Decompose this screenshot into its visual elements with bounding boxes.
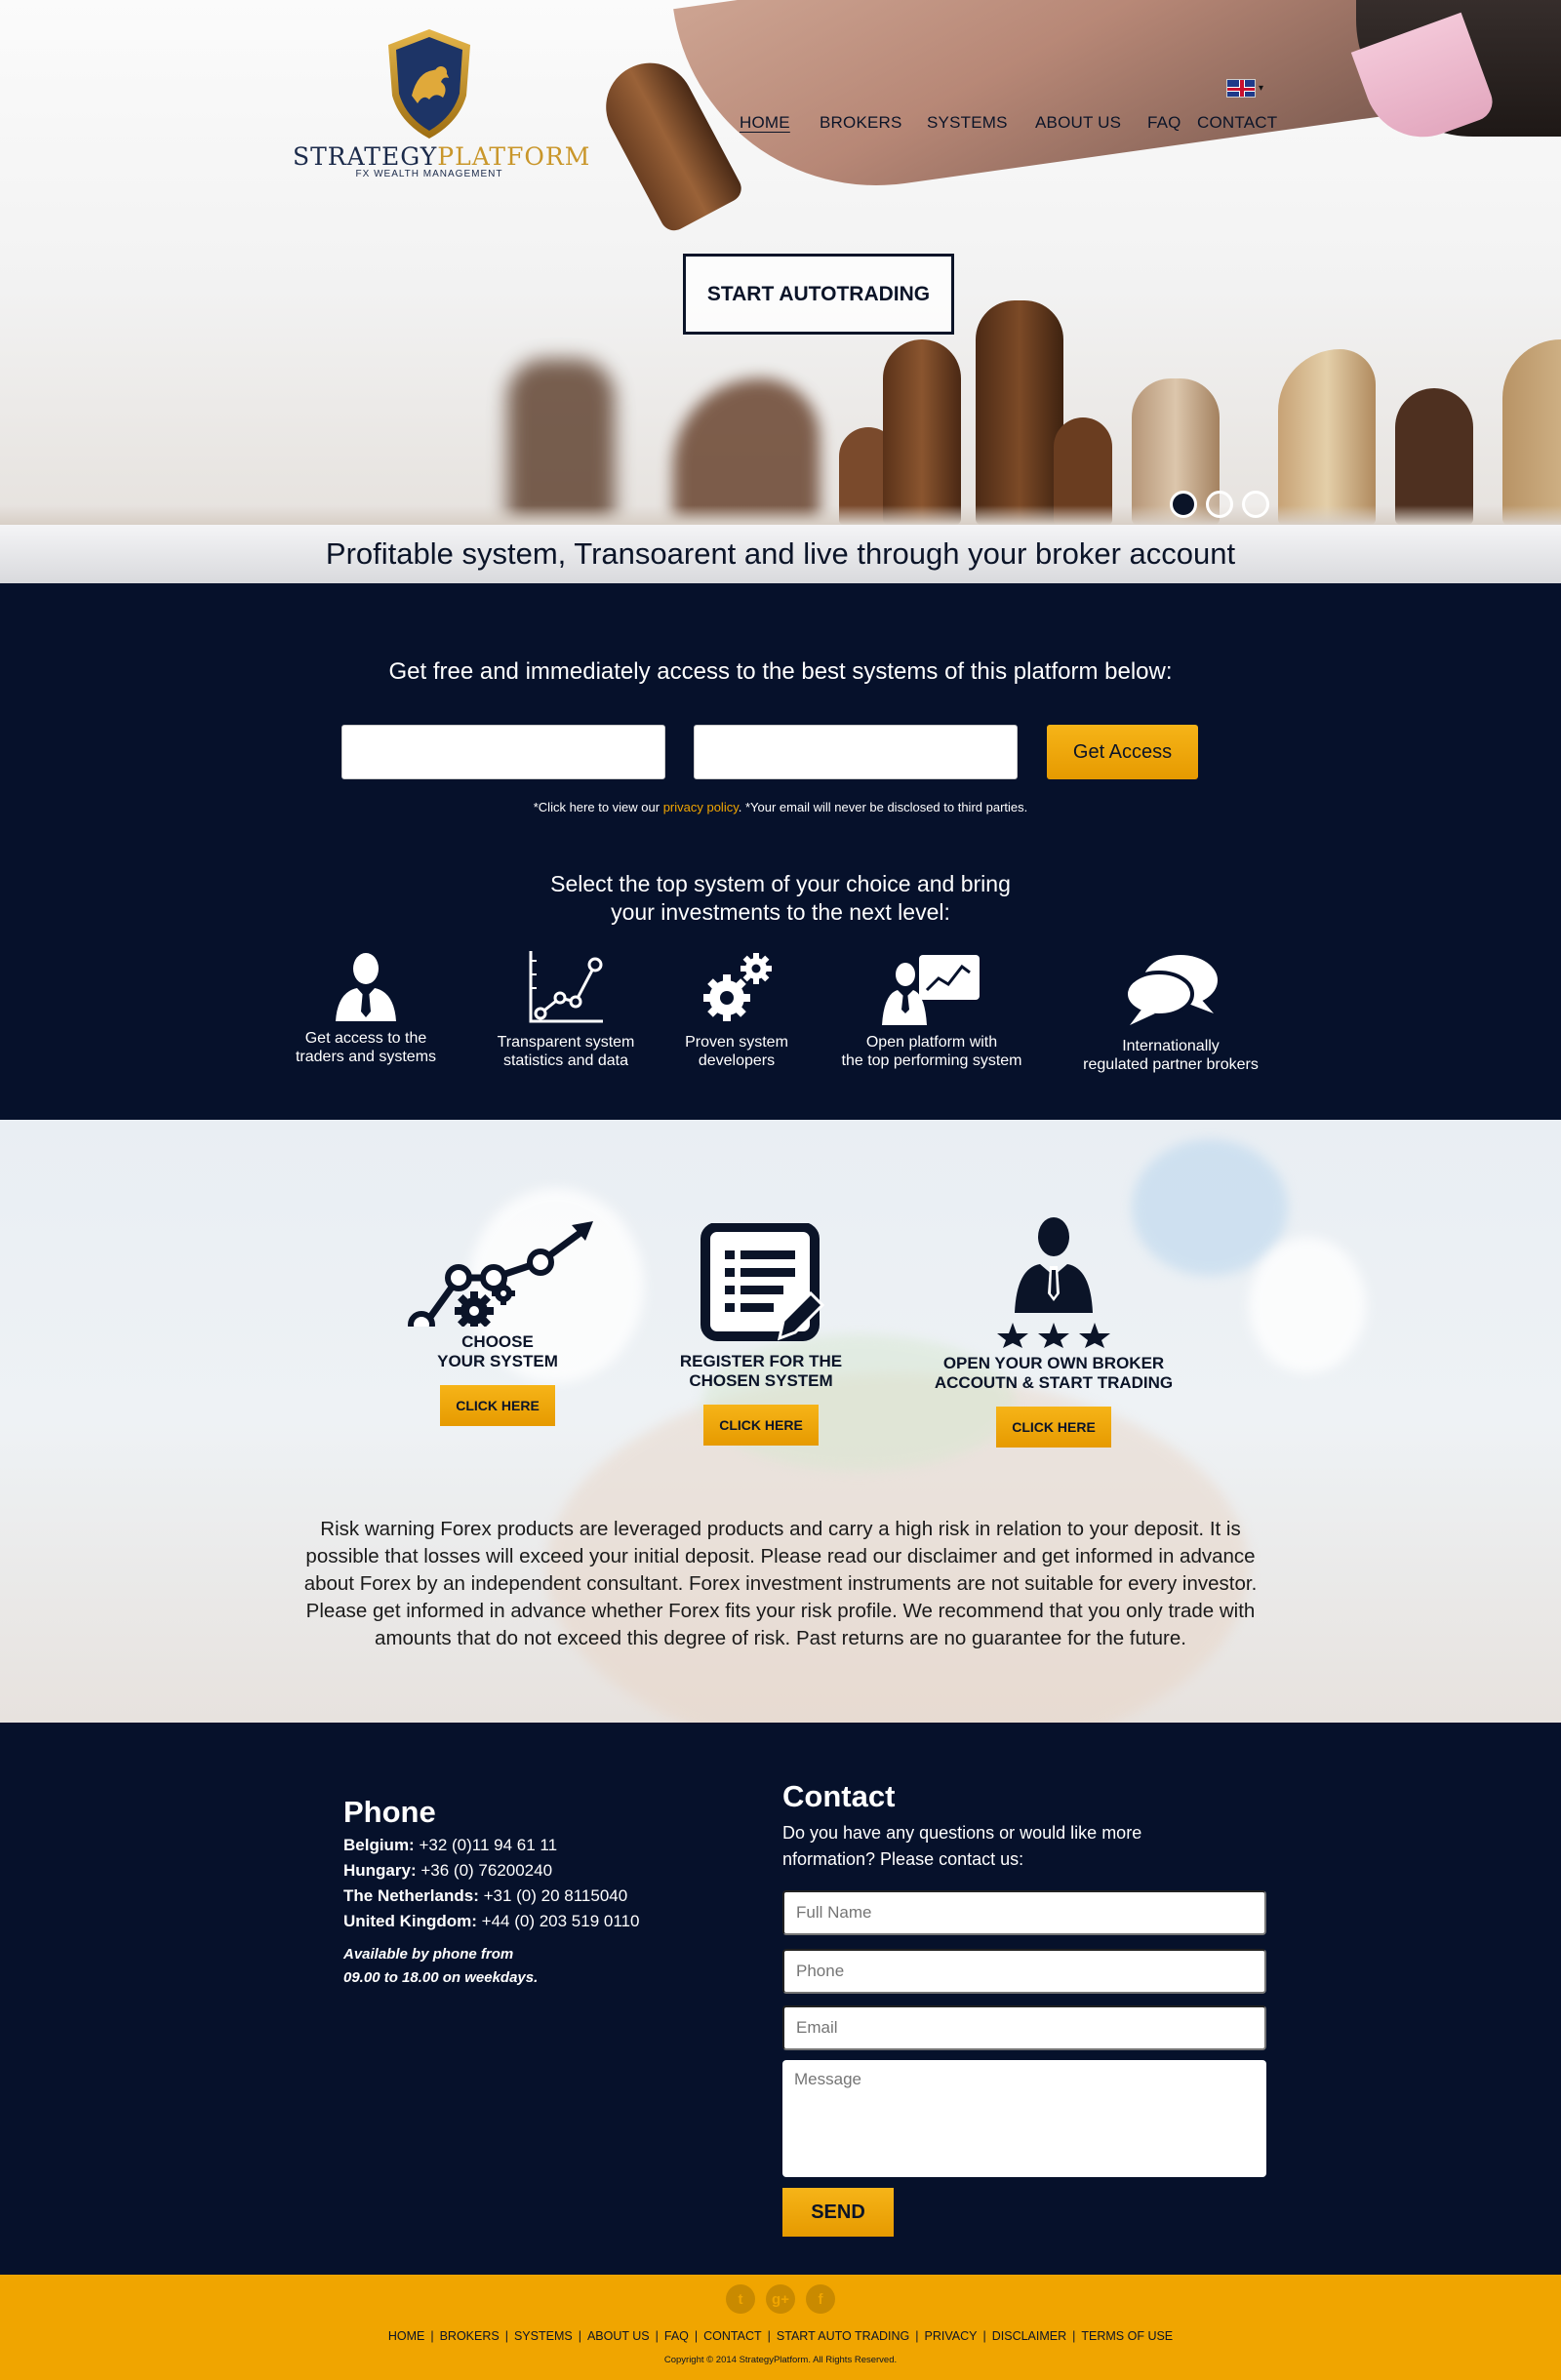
feature-brokers: Internationally regulated partner broker…	[1063, 951, 1278, 1074]
step-register: REGISTER FOR THE CHOSEN SYSTEM CLICK HERE	[673, 1223, 849, 1446]
businessman-stars-icon	[997, 1217, 1110, 1348]
full-name-field[interactable]	[782, 1890, 1266, 1935]
start-autotrading-button[interactable]: START AUTOTRADING	[683, 254, 954, 335]
footer-link-systems[interactable]: SYSTEMS	[514, 2329, 573, 2343]
phone-title: Phone	[343, 1795, 436, 1829]
copyright: Copyright © 2014 StrategyPlatform. All R…	[663, 2355, 898, 2365]
footer-link-faq[interactable]: FAQ	[664, 2329, 689, 2343]
step-label: OPEN YOUR OWN BROKER ACCOUTN & START TRAD…	[934, 1354, 1174, 1392]
availability-note: Available by phone from 09.00 to 18.00 o…	[343, 1946, 539, 1986]
phone-line-netherlands: The Netherlands: +31 (0) 20 8115040	[343, 1886, 628, 1905]
hero-chess-pieces-image	[0, 300, 1561, 525]
page: STRATEGYPLATFORM FX WEALTH MANAGEMENT ▾ …	[0, 0, 1561, 2380]
message-field[interactable]	[782, 2060, 1266, 2177]
nav-about-us[interactable]: ABOUT US	[1035, 113, 1121, 133]
footer-link-disclaimer[interactable]: DISCLAIMER	[992, 2329, 1066, 2343]
form-pencil-icon	[700, 1223, 824, 1341]
privacy-policy-link[interactable]: privacy policy	[663, 800, 739, 814]
nav-home[interactable]: HOME	[740, 113, 790, 133]
chart-gears-icon	[408, 1221, 593, 1327]
get-access-button[interactable]: Get Access	[1047, 725, 1198, 779]
step-open-broker: OPEN YOUR OWN BROKER ACCOUTN & START TRAD…	[927, 1215, 1181, 1448]
step-label: CHOOSE YOUR SYSTEM	[437, 1332, 558, 1370]
open-broker-button[interactable]: CLICK HERE	[996, 1407, 1111, 1448]
feature-traders: Get access to the traders and systems	[283, 951, 449, 1066]
access-input-2[interactable]	[694, 725, 1018, 779]
chevron-down-icon: ▾	[1259, 83, 1264, 94]
language-selector[interactable]: ▾	[1226, 79, 1263, 98]
send-button[interactable]: SEND	[782, 2188, 894, 2237]
nav-systems[interactable]: SYSTEMS	[927, 113, 1008, 133]
footer-link-privacy[interactable]: PRIVACY	[925, 2329, 978, 2343]
footer-link-start-auto-trading[interactable]: START AUTO TRADING	[777, 2329, 909, 2343]
google-plus-icon[interactable]: g+	[766, 2284, 795, 2314]
register-button[interactable]: CLICK HERE	[703, 1405, 819, 1446]
contact-title: Contact	[782, 1779, 896, 1813]
access-title: Get free and immediately access to the b…	[388, 658, 1173, 685]
footer-link-terms[interactable]: TERMS OF USE	[1081, 2329, 1173, 2343]
step-choose-system: CHOOSE YOUR SYSTEM CLICK HERE	[408, 1210, 593, 1426]
hero-banner: STRATEGYPLATFORM FX WEALTH MANAGEMENT ▾ …	[0, 0, 1561, 525]
footer-link-brokers[interactable]: BROKERS	[440, 2329, 500, 2343]
footer-links: HOME | BROKERS | SYSTEMS | ABOUT US | FAQ | CONTAC…	[387, 2329, 1174, 2343]
email-field[interactable]	[782, 2005, 1266, 2050]
feature-developers: Proven system developers	[663, 951, 810, 1070]
nav-faq[interactable]: FAQ	[1147, 113, 1181, 133]
footer-link-home[interactable]: HOME	[388, 2329, 425, 2343]
phone-line-hungary: Hungary: +36 (0) 76200240	[343, 1861, 553, 1880]
footer: t g+ f HOME | BROKERS | SYSTEMS | ABOUT US | FAQ…	[0, 2275, 1561, 2380]
phone-field[interactable]	[782, 1949, 1266, 1994]
select-system-title: Select the top system of your choice and…	[550, 871, 1011, 925]
logo[interactable]: STRATEGYPLATFORM FX WEALTH MANAGEMENT	[293, 27, 591, 179]
steps-section: CHOOSE YOUR SYSTEM CLICK HERE REGISTER FO…	[0, 1120, 1561, 1723]
speech-bubbles-icon	[1124, 955, 1218, 1025]
feature-statistics: Transparent system statistics and data	[483, 951, 649, 1070]
facebook-icon[interactable]: f	[806, 2284, 835, 2314]
privacy-note: *Click here to view our privacy policy. …	[533, 800, 1028, 814]
businessman-icon	[336, 953, 396, 1021]
footer-link-contact[interactable]: CONTACT	[703, 2329, 762, 2343]
slider-dots	[1170, 491, 1269, 518]
tagline: Profitable system, Transoarent and live …	[0, 525, 1561, 583]
slider-dot[interactable]	[1206, 491, 1233, 518]
access-input-1[interactable]	[341, 725, 665, 779]
footer-link-about-us[interactable]: ABOUT US	[587, 2329, 650, 2343]
brand-name: STRATEGYPLATFORM	[293, 142, 591, 171]
presenter-chart-icon	[882, 955, 980, 1025]
choose-system-button[interactable]: CLICK HERE	[440, 1385, 555, 1426]
slider-dot[interactable]	[1242, 491, 1269, 518]
line-chart-icon	[529, 951, 603, 1023]
contact-section: Phone Belgium: +32 (0)11 94 61 11 Hungar…	[0, 1723, 1561, 2275]
nav-contact[interactable]: CONTACT	[1197, 113, 1277, 133]
feature-open-platform: Open platform with the top performing sy…	[824, 951, 1039, 1070]
step-label: REGISTER FOR THE CHOSEN SYSTEM	[679, 1352, 843, 1390]
slider-dot[interactable]	[1170, 491, 1197, 518]
uk-flag-icon	[1226, 79, 1256, 98]
access-section: Get free and immediately access to the b…	[0, 583, 1561, 1120]
social-links: t g+ f	[0, 2284, 1561, 2314]
contact-description: Do you have any questions or would like …	[782, 1823, 1142, 1869]
twitter-icon[interactable]: t	[726, 2284, 755, 2314]
main-nav: HOME BROKERS SYSTEMS ABOUT US FAQ CONTAC…	[0, 113, 1561, 137]
phone-line-belgium: Belgium: +32 (0)11 94 61 11	[343, 1836, 558, 1854]
nav-brokers[interactable]: BROKERS	[820, 113, 902, 133]
risk-warning: Risk warning Forex products are leverage…	[303, 1518, 1258, 1649]
gears-icon	[703, 953, 772, 1021]
phone-line-uk: United Kingdom: +44 (0) 203 519 0110	[343, 1912, 640, 1930]
